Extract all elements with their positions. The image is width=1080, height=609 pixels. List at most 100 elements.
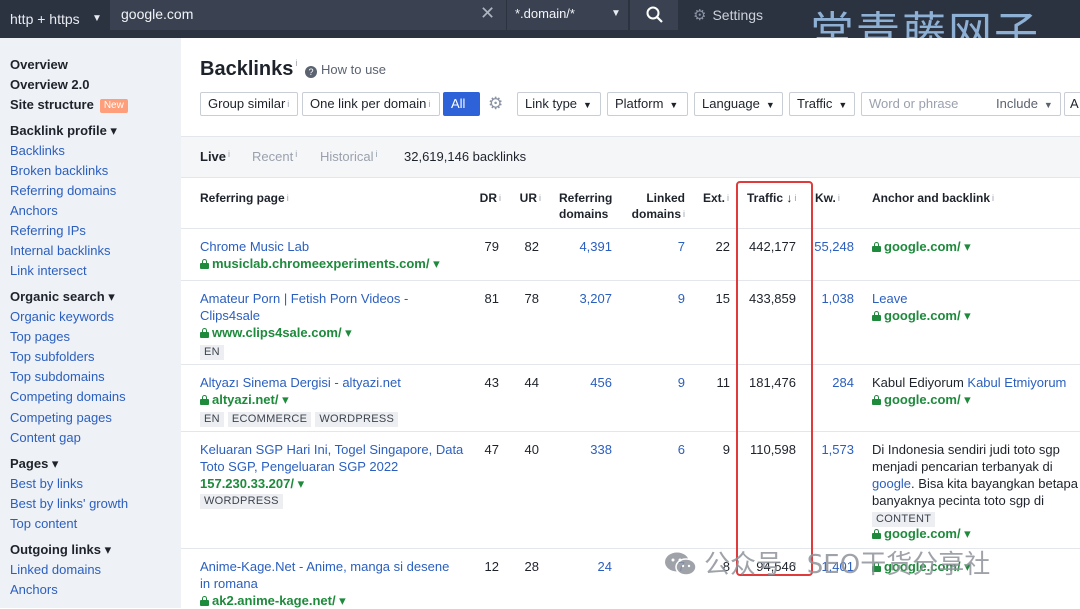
info-icon[interactable]: i bbox=[295, 58, 297, 68]
sidebar-item-site-structure[interactable]: Site structure New bbox=[10, 96, 128, 114]
referring-domains-value[interactable]: 24 bbox=[551, 558, 612, 575]
anchor-link[interactable]: Kabul Etmiyorum bbox=[967, 375, 1066, 390]
sidebar-item-referring-ips[interactable]: Referring IPs bbox=[10, 222, 86, 240]
sidebar-item-top-content[interactable]: Top content bbox=[10, 515, 77, 533]
referring-page-url[interactable]: www.clips4sale.com/ ▾ bbox=[200, 324, 352, 341]
lock-icon bbox=[872, 529, 881, 539]
all-button[interactable]: All bbox=[443, 92, 480, 116]
tab-live[interactable]: Live i bbox=[200, 149, 230, 164]
keywords-value[interactable]: 1,038 bbox=[806, 290, 854, 307]
sidebar-item-anchors[interactable]: Anchors bbox=[10, 202, 58, 220]
sidebar-item-overview[interactable]: Overview bbox=[10, 56, 68, 74]
table-row: Altyazı Sinema Dergisi - altyazi.net alt… bbox=[181, 365, 1080, 432]
column-referring-domains[interactable]: Referring domains bbox=[559, 190, 619, 222]
anchor-text[interactable]: Leave bbox=[872, 290, 907, 307]
sidebar-item-competing-pages[interactable]: Competing pages bbox=[10, 409, 112, 427]
main-content: Backlinks i ? How to use Group similar i On… bbox=[181, 38, 1080, 608]
backlink-url[interactable]: google.com/ ▾ bbox=[872, 307, 971, 324]
ur-value: 82 bbox=[524, 239, 539, 254]
linked-domains-value[interactable]: 9 bbox=[621, 290, 685, 307]
sidebar-section-outgoing-links[interactable]: Outgoing links ▾ bbox=[10, 541, 111, 559]
referring-page-url[interactable]: ak2.anime-kage.net/ ▾ bbox=[200, 592, 346, 609]
page-title: Backlinks i bbox=[200, 58, 297, 81]
sidebar-item-overview-2[interactable]: Overview 2.0 bbox=[10, 76, 90, 94]
sidebar-item-internal-backlinks[interactable]: Internal backlinks bbox=[10, 242, 110, 260]
sidebar-section-organic-search[interactable]: Organic search ▾ bbox=[10, 288, 115, 306]
column-referring-page[interactable]: Referring page i bbox=[200, 190, 289, 206]
linked-domains-value[interactable]: 9 bbox=[621, 374, 685, 391]
sidebar-section-backlink-profile[interactable]: Backlink profile ▾ bbox=[10, 122, 117, 140]
sidebar-item-linked-domains[interactable]: Linked domains bbox=[10, 561, 101, 579]
platform-dropdown[interactable]: Platform ▼ bbox=[607, 92, 688, 116]
chevron-down-icon: ▼ bbox=[838, 100, 848, 110]
group-similar-button[interactable]: Group similar i bbox=[200, 92, 298, 116]
referring-page-title[interactable]: Altyazı Sinema Dergisi - altyazi.net bbox=[200, 374, 401, 391]
language-tag: EN bbox=[200, 412, 224, 427]
sidebar-item-outgoing-anchors[interactable]: Anchors bbox=[10, 581, 58, 599]
tab-recent[interactable]: Recent i bbox=[252, 149, 297, 164]
how-to-use-link[interactable]: ? How to use bbox=[305, 62, 386, 78]
backlink-url[interactable]: google.com/ ▾ bbox=[872, 238, 971, 255]
referring-page-title[interactable]: Keluaran SGP Hari Ini, Togel Singapore, … bbox=[200, 441, 463, 475]
more-filter-button[interactable]: A bbox=[1064, 92, 1080, 116]
traffic-dropdown[interactable]: Traffic ▼ bbox=[789, 92, 855, 116]
referring-page-title[interactable]: Amateur Porn | Fetish Porn Videos - Clips… bbox=[200, 290, 408, 324]
column-dr[interactable]: DR i bbox=[471, 190, 501, 206]
sidebar-item-best-by-links-growth[interactable]: Best by links' growth bbox=[10, 495, 128, 513]
referring-page-title[interactable]: Anime-Kage.Net - Anime, manga si desene i… bbox=[200, 558, 449, 592]
search-button[interactable] bbox=[630, 0, 678, 30]
linked-domains-value[interactable]: 6 bbox=[621, 441, 685, 458]
sidebar-item-top-subdomains[interactable]: Top subdomains bbox=[10, 368, 105, 386]
keywords-value[interactable]: 55,248 bbox=[806, 238, 854, 255]
tab-live-label: Live bbox=[200, 149, 227, 164]
link-type-dropdown[interactable]: Link type ▼ bbox=[517, 92, 601, 116]
referring-page-url[interactable]: 157.230.33.207/ ▾ bbox=[200, 475, 304, 492]
protocol-select[interactable]: http + https ▼ bbox=[10, 7, 106, 31]
referring-domains-value[interactable]: 3,207 bbox=[551, 290, 612, 307]
settings-button[interactable]: ⚙ Settings bbox=[693, 6, 763, 24]
referring-page-url[interactable]: altyazi.net/ ▾ bbox=[200, 391, 289, 408]
column-linked-domains[interactable]: Linked domains i bbox=[621, 190, 685, 222]
sidebar-item-backlinks[interactable]: Backlinks bbox=[10, 142, 65, 160]
sidebar-item-link-intersect[interactable]: Link intersect bbox=[10, 262, 87, 280]
traffic-label: Traffic bbox=[797, 96, 833, 111]
url-text: ak2.anime-kage.net/ ▾ bbox=[212, 593, 346, 608]
include-select[interactable]: Include ▼ bbox=[996, 93, 1053, 116]
column-kw[interactable]: Kw. i bbox=[815, 190, 840, 206]
word-or-phrase-input[interactable]: Word or phrase Include ▼ bbox=[861, 92, 1061, 116]
referring-page-title[interactable]: Chrome Music Lab bbox=[200, 238, 309, 255]
url-text: google.com/ ▾ bbox=[884, 526, 971, 541]
linked-domains-value[interactable]: 7 bbox=[621, 238, 685, 255]
mode-select[interactable]: *.domain/* ▼ bbox=[506, 0, 628, 30]
anchor-link[interactable]: google bbox=[872, 476, 911, 491]
sidebar-item-top-subfolders[interactable]: Top subfolders bbox=[10, 348, 95, 366]
gear-icon[interactable]: ⚙ bbox=[488, 94, 503, 114]
referring-domains-value[interactable]: 4,391 bbox=[551, 238, 612, 255]
close-icon[interactable]: ✕ bbox=[480, 3, 495, 24]
column-anchor-and-backlink[interactable]: Anchor and backlink i bbox=[872, 190, 994, 206]
sidebar-item-competing-domains[interactable]: Competing domains bbox=[10, 388, 126, 406]
language-dropdown[interactable]: Language ▼ bbox=[694, 92, 783, 116]
sidebar-item-broken-backlinks[interactable]: Broken backlinks bbox=[10, 162, 108, 180]
column-ext[interactable]: Ext. i bbox=[703, 190, 729, 206]
wechat-icon bbox=[665, 552, 697, 576]
backlink-url[interactable]: google.com/ ▾ bbox=[872, 525, 971, 542]
keywords-value[interactable]: 1,573 bbox=[806, 441, 854, 458]
keywords-value[interactable]: 284 bbox=[806, 374, 854, 391]
referring-page-url[interactable]: musiclab.chromeexperiments.com/ ▾ bbox=[200, 255, 440, 272]
sidebar-item-top-pages[interactable]: Top pages bbox=[10, 328, 70, 346]
backlink-url[interactable]: google.com/ ▾ bbox=[872, 391, 971, 408]
tab-historical[interactable]: Historical i bbox=[320, 149, 377, 164]
language-label: Language bbox=[702, 96, 760, 111]
referring-domains-value[interactable]: 456 bbox=[551, 374, 612, 391]
sidebar-item-referring-domains[interactable]: Referring domains bbox=[10, 182, 116, 200]
sidebar-item-content-gap[interactable]: Content gap bbox=[10, 429, 81, 447]
sidebar-section-pages[interactable]: Pages ▾ bbox=[10, 455, 58, 473]
sidebar-item-organic-keywords[interactable]: Organic keywords bbox=[10, 308, 114, 326]
sidebar-item-best-by-links[interactable]: Best by links bbox=[10, 475, 83, 493]
url-input[interactable]: google.com ✕ bbox=[110, 0, 506, 30]
column-ur[interactable]: UR i bbox=[511, 190, 541, 206]
info-icon: i bbox=[683, 209, 685, 219]
referring-domains-value[interactable]: 338 bbox=[551, 441, 612, 458]
one-link-per-domain-button[interactable]: One link per domain i bbox=[302, 92, 440, 116]
